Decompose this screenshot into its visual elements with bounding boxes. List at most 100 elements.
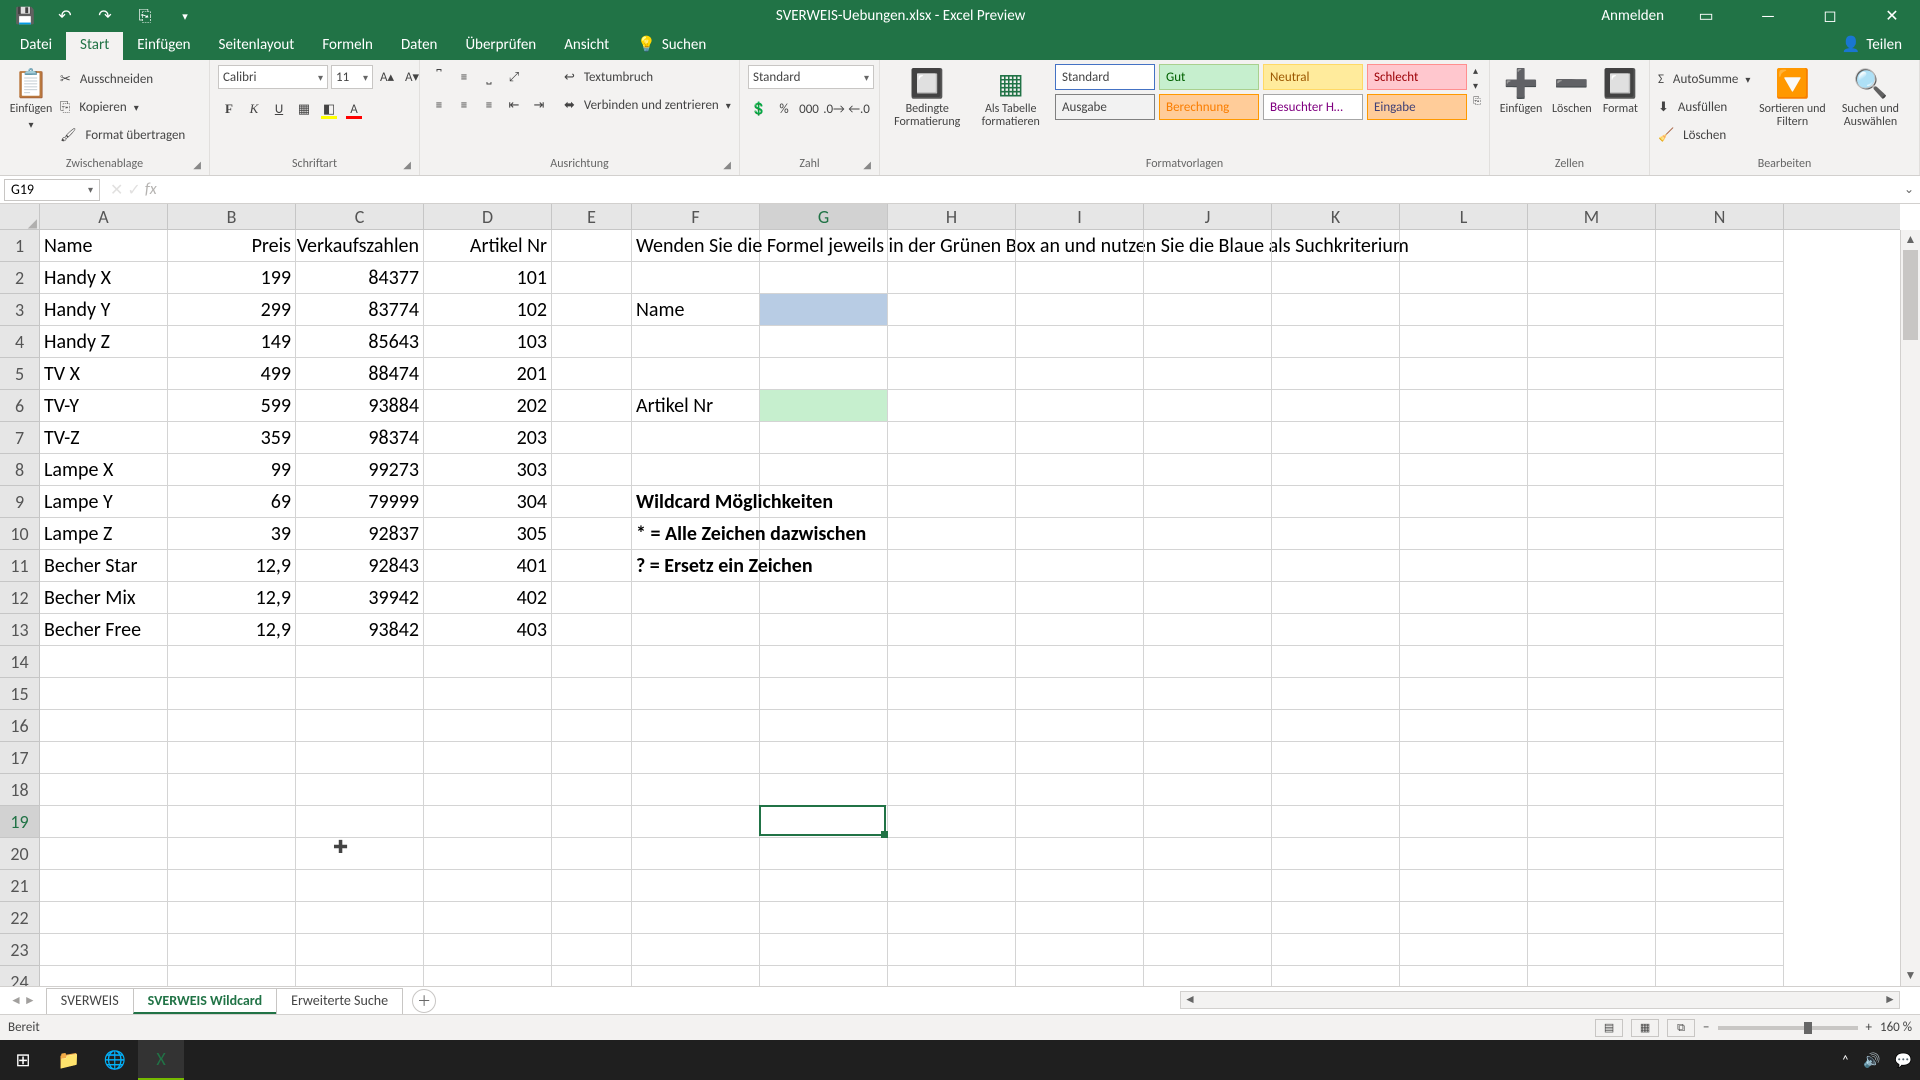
cell[interactable] (1656, 678, 1784, 710)
cell[interactable] (1016, 454, 1144, 486)
cell[interactable] (296, 710, 424, 742)
cell[interactable] (1528, 806, 1656, 838)
cell[interactable] (888, 326, 1016, 358)
cell[interactable] (1272, 518, 1400, 550)
cell[interactable] (1016, 646, 1144, 678)
cell[interactable] (1016, 326, 1144, 358)
undo-icon[interactable]: ↶ (50, 1, 80, 31)
cell[interactable]: 599 (168, 390, 296, 422)
cell[interactable] (424, 902, 552, 934)
share-button[interactable]: 👤Teilen (1832, 31, 1920, 60)
cell[interactable]: 39942 (296, 582, 424, 614)
cell[interactable] (1528, 838, 1656, 870)
cell[interactable] (760, 326, 888, 358)
clear-button[interactable]: 🧹 Löschen (1658, 122, 1750, 148)
row-header[interactable]: 2 (0, 262, 39, 294)
column-header[interactable]: G (760, 204, 888, 229)
row-header[interactable]: 22 (0, 902, 39, 934)
file-explorer-icon[interactable]: 📁 (46, 1040, 92, 1080)
cell[interactable]: 93842 (296, 614, 424, 646)
cell[interactable] (1016, 230, 1144, 262)
cell[interactable] (168, 966, 296, 986)
cell[interactable]: 92843 (296, 550, 424, 582)
cell[interactable]: 83774 (296, 294, 424, 326)
column-header[interactable]: N (1656, 204, 1784, 229)
cell[interactable]: 69 (168, 486, 296, 518)
cell[interactable] (552, 390, 632, 422)
cell[interactable] (168, 646, 296, 678)
cell[interactable] (888, 838, 1016, 870)
ribbon-tab-einfügen[interactable]: Einfügen (123, 32, 204, 60)
cell[interactable] (760, 742, 888, 774)
cell[interactable] (1272, 966, 1400, 986)
cell[interactable] (1144, 230, 1272, 262)
worksheet-area[interactable]: ABCDEFGHIJKLMN 1234567891011121314151617… (0, 204, 1920, 986)
dialog-launcher-icon[interactable]: ◢ (863, 158, 871, 171)
cell[interactable] (760, 774, 888, 806)
dialog-launcher-icon[interactable]: ◢ (403, 158, 411, 171)
cell[interactable] (552, 710, 632, 742)
cell[interactable] (1144, 294, 1272, 326)
cell[interactable] (1272, 870, 1400, 902)
row-header[interactable]: 14 (0, 646, 39, 678)
font-color-button[interactable]: A (343, 98, 365, 120)
cell[interactable] (1016, 774, 1144, 806)
row-header[interactable]: 15 (0, 678, 39, 710)
fx-icon[interactable]: fx (145, 180, 157, 200)
cell[interactable] (632, 774, 760, 806)
cell[interactable] (296, 742, 424, 774)
cell[interactable] (1016, 582, 1144, 614)
orientation-icon[interactable]: ⤢ (503, 66, 525, 88)
dialog-launcher-icon[interactable]: ◢ (723, 158, 731, 171)
cell[interactable]: 39 (168, 518, 296, 550)
cell[interactable] (1656, 710, 1784, 742)
cell[interactable] (552, 422, 632, 454)
cell[interactable] (40, 806, 168, 838)
cell[interactable]: Wenden Sie die Formel jeweils in der Grü… (632, 230, 760, 262)
cell[interactable] (1400, 486, 1528, 518)
cell[interactable] (1400, 358, 1528, 390)
cell[interactable] (760, 838, 888, 870)
close-icon[interactable]: ✕ (1872, 6, 1912, 26)
cell[interactable] (40, 742, 168, 774)
row-header[interactable]: 1 (0, 230, 39, 262)
cell[interactable] (760, 710, 888, 742)
font-size-select[interactable]: 11▾ (331, 65, 373, 89)
cell[interactable] (1528, 934, 1656, 966)
ribbon-tab-seitenlayout[interactable]: Seitenlayout (205, 32, 309, 60)
cell[interactable] (1656, 614, 1784, 646)
cell[interactable] (40, 934, 168, 966)
cell[interactable] (40, 710, 168, 742)
cell[interactable] (1272, 358, 1400, 390)
scroll-down-icon[interactable]: ▼ (1901, 966, 1920, 986)
font-name-select[interactable]: Calibri▾ (218, 65, 328, 89)
cell[interactable] (1272, 742, 1400, 774)
cell[interactable] (1656, 294, 1784, 326)
scroll-left-icon[interactable]: ◄ (1181, 992, 1199, 1008)
cell[interactable] (888, 870, 1016, 902)
select-all-corner[interactable] (0, 204, 40, 230)
cell[interactable]: 12,9 (168, 550, 296, 582)
cell[interactable] (1272, 678, 1400, 710)
cell[interactable] (760, 294, 888, 326)
cell[interactable] (1656, 422, 1784, 454)
cell[interactable] (552, 262, 632, 294)
cell[interactable]: Artikel Nr (424, 230, 552, 262)
cell[interactable] (1400, 710, 1528, 742)
cell[interactable] (888, 454, 1016, 486)
conditional-format-button[interactable]: 🔲 Bedingte Formatierung (888, 64, 966, 131)
row-header[interactable]: 24 (0, 966, 39, 986)
cell[interactable] (1400, 646, 1528, 678)
cell[interactable]: Preis (168, 230, 296, 262)
cell[interactable] (168, 806, 296, 838)
cell[interactable] (1272, 614, 1400, 646)
cell[interactable] (1656, 582, 1784, 614)
cell[interactable] (1016, 902, 1144, 934)
horizontal-scrollbar[interactable]: ◄ ► (1180, 991, 1900, 1009)
cell[interactable]: 12,9 (168, 582, 296, 614)
cell[interactable] (1400, 422, 1528, 454)
cell[interactable] (1656, 870, 1784, 902)
cell[interactable] (1016, 518, 1144, 550)
cell[interactable] (1144, 454, 1272, 486)
ribbon-tab-überprüfen[interactable]: Überprüfen (451, 32, 550, 60)
